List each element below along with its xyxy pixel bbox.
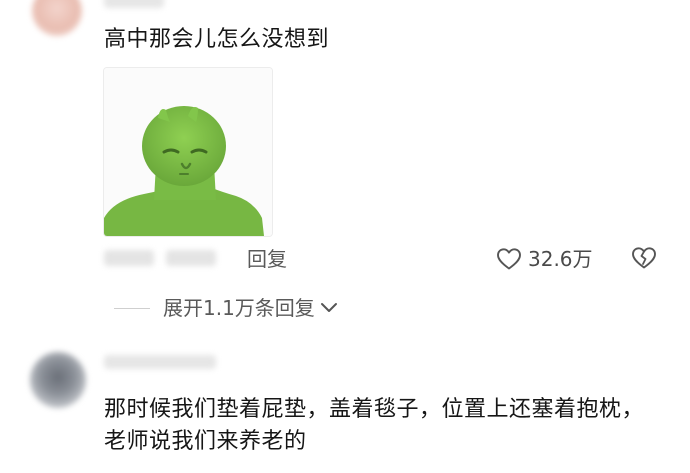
like-button[interactable]: 32.6万: [496, 244, 593, 274]
commenter-avatar[interactable]: [32, 0, 82, 36]
green-creature-sticker: [104, 68, 272, 236]
comment-date: [104, 250, 154, 266]
broken-heart-icon[interactable]: [631, 246, 657, 270]
like-count: 32.6万: [528, 247, 593, 271]
heart-outline-icon: [497, 248, 521, 270]
comment-location: [166, 250, 216, 266]
comment-text: 那时候我们垫着屁垫，盖着毯子，位置上还塞着抱枕，老师说我们来养老的: [104, 397, 645, 454]
comment-text: 高中那会儿怎么没想到: [104, 27, 330, 52]
expand-replies-button[interactable]: 展开1.1万条回复: [114, 293, 339, 323]
commenter-avatar[interactable]: [30, 352, 86, 408]
sticker-image[interactable]: [103, 67, 273, 237]
divider-line: [114, 307, 150, 309]
chevron-down-icon: [320, 303, 337, 312]
commenter-name[interactable]: [104, 355, 216, 369]
reply-button[interactable]: 回复: [247, 245, 287, 273]
commenter-name[interactable]: [104, 0, 164, 8]
expand-replies-label: 展开1.1万条回复: [163, 296, 315, 320]
